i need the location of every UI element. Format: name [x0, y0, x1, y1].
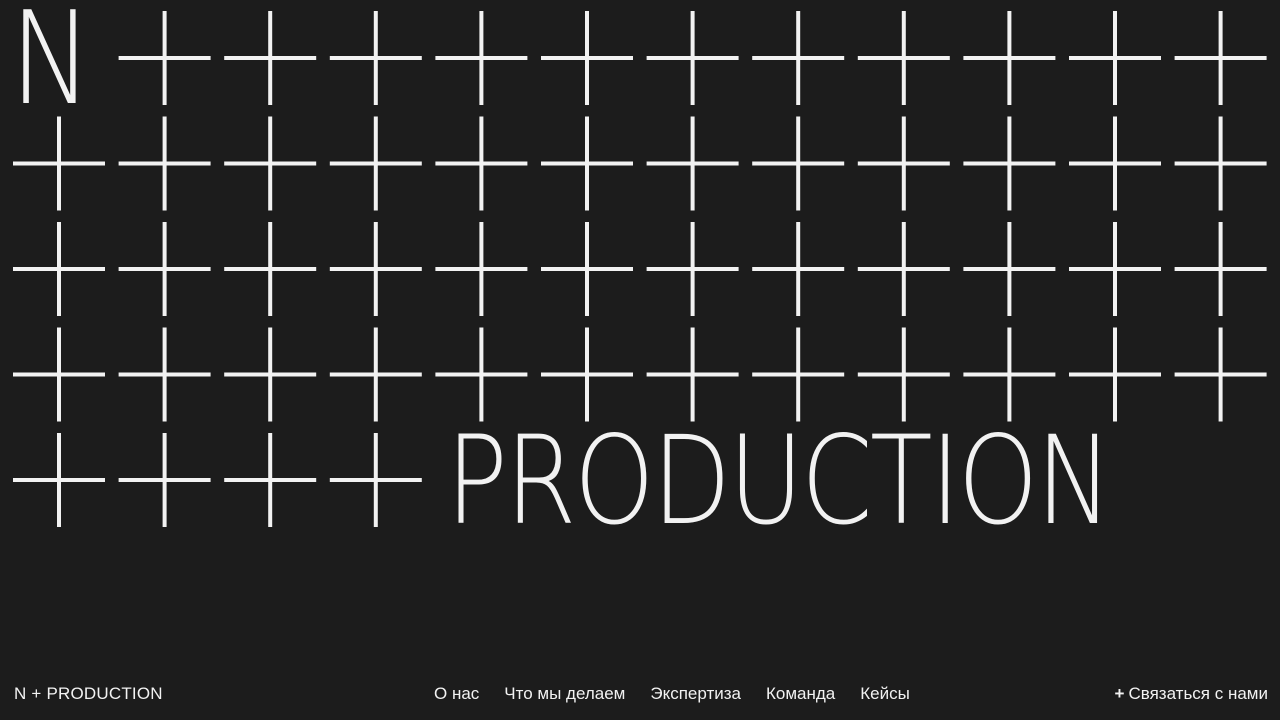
- plus-icon: [646, 222, 739, 316]
- plus-icon: [329, 11, 422, 105]
- plus-icon: [857, 11, 950, 105]
- plus-icon: [1069, 11, 1161, 105]
- plus-icon: [646, 116, 739, 211]
- nav-link-services[interactable]: Что мы делаем: [504, 684, 625, 704]
- plus-icon: [1174, 116, 1267, 211]
- footer-bar: N + PRODUCTION О нас Что мы делаем Экспе…: [0, 672, 1280, 720]
- plus-icon: [329, 327, 422, 422]
- plus-icon: [963, 222, 1056, 316]
- hero: N PRODUCTION: [0, 0, 1280, 560]
- plus-icon: [1174, 11, 1267, 105]
- plus-icon: [118, 327, 211, 422]
- plus-icon: [118, 11, 211, 105]
- plus-icon: [1174, 327, 1267, 422]
- plus-icon: [646, 327, 739, 422]
- plus-icon: [224, 222, 317, 316]
- plus-icon: [224, 327, 317, 422]
- plus-icon: [13, 327, 105, 422]
- plus-icon: [752, 327, 845, 422]
- hero-title: PRODUCTION: [446, 410, 1113, 552]
- plus-icon: [435, 11, 528, 105]
- plus-icon: [857, 327, 950, 422]
- plus-icon: [118, 116, 211, 211]
- main-nav: О нас Что мы делаем Экспертиза Команда К…: [434, 684, 910, 704]
- plus-icon: [13, 433, 105, 527]
- plus-icon: [963, 11, 1056, 105]
- plus-icon: [1069, 327, 1161, 422]
- nav-link-expertise[interactable]: Экспертиза: [650, 684, 741, 704]
- plus-icon: [118, 433, 211, 527]
- hero-letter: N: [10, 0, 92, 134]
- plus-icon: [224, 116, 317, 211]
- plus-icon: [1069, 116, 1161, 211]
- plus-icon: +: [1114, 684, 1125, 703]
- plus-icon: [752, 11, 845, 105]
- plus-icon: [435, 222, 528, 316]
- plus-icon: [13, 222, 105, 316]
- plus-icon: [541, 222, 633, 316]
- plus-icon: [1174, 222, 1267, 316]
- plus-icon: [329, 116, 422, 211]
- plus-icon: [752, 222, 845, 316]
- nav-link-about[interactable]: О нас: [434, 684, 479, 704]
- plus-icon: [435, 116, 528, 211]
- plus-icon: [752, 116, 845, 211]
- plus-icon: [857, 222, 950, 316]
- brand-logo[interactable]: N + PRODUCTION: [14, 684, 163, 704]
- plus-icon: [963, 327, 1056, 422]
- plus-icon: [224, 11, 317, 105]
- plus-icon: [1069, 222, 1161, 316]
- plus-icon: [963, 116, 1056, 211]
- plus-icon: [329, 433, 422, 527]
- plus-icon: [541, 11, 633, 105]
- nav-link-cases[interactable]: Кейсы: [860, 684, 910, 704]
- contact-button[interactable]: + Связаться с нами: [1115, 684, 1268, 704]
- contact-label: Связаться с нами: [1128, 684, 1268, 703]
- plus-icon: [541, 327, 633, 422]
- plus-icon: [224, 433, 317, 527]
- plus-icon: [646, 11, 739, 105]
- plus-icon: [857, 116, 950, 211]
- nav-link-team[interactable]: Команда: [766, 684, 835, 704]
- plus-icon: [118, 222, 211, 316]
- plus-icon: [435, 327, 528, 422]
- plus-icon: [541, 116, 633, 211]
- plus-icon: [329, 222, 422, 316]
